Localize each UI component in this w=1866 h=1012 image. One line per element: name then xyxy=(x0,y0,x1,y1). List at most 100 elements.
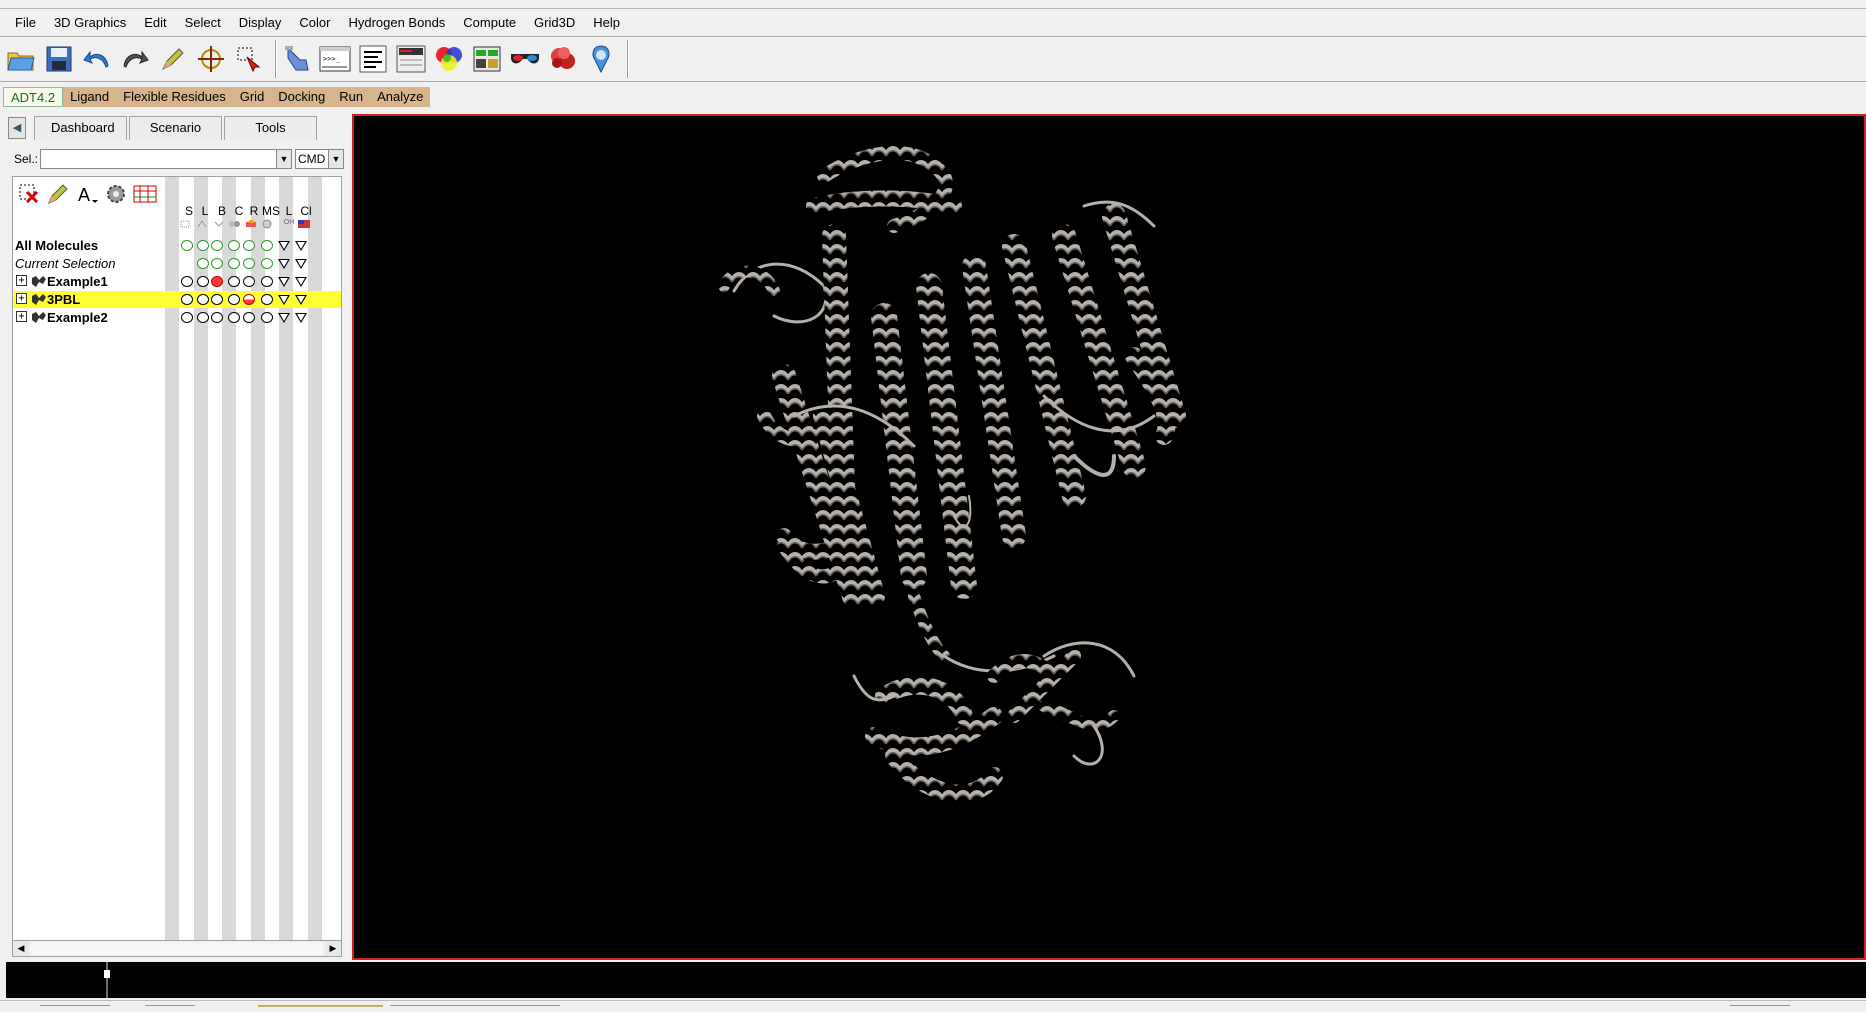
color-menu-triangle[interactable] xyxy=(295,241,307,251)
color-menu-triangle[interactable] xyxy=(295,259,307,269)
expand-icon[interactable]: + xyxy=(16,293,27,304)
python-shell-icon[interactable]: >>>_ xyxy=(319,41,351,77)
ms-toggle-circle[interactable] xyxy=(261,312,273,323)
cpk-toggle-circle[interactable] xyxy=(228,294,240,305)
label-menu-triangle[interactable] xyxy=(278,277,290,287)
show-toggle-circle[interactable] xyxy=(181,312,193,323)
tab-tools[interactable]: Tools xyxy=(224,116,317,140)
ms-toggle-circle[interactable] xyxy=(261,294,273,305)
settings-gear-icon[interactable] xyxy=(102,180,129,207)
lines-toggle-circle[interactable] xyxy=(197,312,209,323)
selection-dropdown-icon[interactable]: ▼ xyxy=(277,149,293,169)
molecule-surface-icon[interactable] xyxy=(547,41,579,77)
scroll-left-icon[interactable]: ◀ xyxy=(13,941,29,956)
ruler-tool-icon[interactable] xyxy=(131,180,158,207)
expand-icon[interactable]: + xyxy=(16,311,27,322)
bonds-toggle-circle[interactable] xyxy=(211,312,223,323)
menu-select[interactable]: Select xyxy=(176,9,230,37)
bonds-toggle-circle[interactable] xyxy=(211,276,223,287)
lines-toggle-circle[interactable] xyxy=(197,258,209,269)
pencil-tool-icon[interactable] xyxy=(44,180,71,207)
pmv-logo-icon[interactable] xyxy=(585,41,617,77)
bonds-toggle-circle[interactable] xyxy=(211,240,223,251)
undo-icon[interactable] xyxy=(81,41,113,77)
animation-timeline[interactable] xyxy=(6,962,1866,998)
show-toggle-circle[interactable] xyxy=(181,276,193,287)
menu-3d-graphics[interactable]: 3D Graphics xyxy=(45,9,135,37)
column-header-c[interactable]: C xyxy=(231,205,247,217)
label-menu-triangle[interactable] xyxy=(278,295,290,305)
dashboard-icon[interactable] xyxy=(395,41,427,77)
lines-toggle-circle[interactable] xyxy=(197,240,209,251)
menu-grid3d[interactable]: Grid3D xyxy=(525,9,584,37)
cpk-toggle-circle[interactable] xyxy=(228,276,240,287)
tree-row-current-selection[interactable]: Current Selection xyxy=(13,255,341,272)
selection-icon[interactable] xyxy=(233,41,265,77)
column-header-r[interactable]: R xyxy=(246,205,262,217)
selection-input[interactable] xyxy=(40,149,278,169)
crosshair-icon[interactable] xyxy=(195,41,227,77)
adt-tab-analyze[interactable]: Analyze xyxy=(370,87,431,107)
ms-toggle-circle[interactable] xyxy=(261,276,273,287)
tree-row-3pbl[interactable]: + 3PBL xyxy=(13,291,341,308)
adt-tab-ligand[interactable]: Ligand xyxy=(63,87,117,107)
label-tool-icon[interactable]: A xyxy=(73,180,100,207)
bonds-toggle-circle[interactable] xyxy=(211,294,223,305)
tree-row-all-molecules[interactable]: All Molecules xyxy=(13,237,341,254)
cpk-toggle-circle[interactable] xyxy=(228,258,240,269)
cmd-dropdown-icon[interactable]: ▼ xyxy=(329,149,345,169)
label-menu-triangle[interactable] xyxy=(278,259,290,269)
ribbon-toggle-circle[interactable] xyxy=(243,276,255,287)
column-header-l[interactable]: L xyxy=(197,205,213,217)
stereo-glasses-icon[interactable] xyxy=(509,41,541,77)
timeline-slider-handle[interactable] xyxy=(104,962,110,998)
tree-row-example2[interactable]: + Example2 xyxy=(13,309,341,326)
ribbon-toggle-circle[interactable] xyxy=(243,258,255,269)
cpk-toggle-circle[interactable] xyxy=(228,312,240,323)
bonds-toggle-circle[interactable] xyxy=(211,258,223,269)
column-header-s[interactable]: S xyxy=(181,205,197,217)
cpk-toggle-circle[interactable] xyxy=(228,240,240,251)
ms-toggle-circle[interactable] xyxy=(261,258,273,269)
scrollbar-thumb[interactable] xyxy=(31,942,323,955)
tab-dashboard[interactable]: Dashboard xyxy=(34,116,127,140)
tab-scenario[interactable]: Scenario xyxy=(129,116,222,140)
menu-compute[interactable]: Compute xyxy=(454,9,525,37)
adt-tab-run[interactable]: Run xyxy=(332,87,371,107)
redo-icon[interactable] xyxy=(119,41,151,77)
color-menu-triangle[interactable] xyxy=(295,295,307,305)
scroll-right-icon[interactable]: ▶ xyxy=(325,941,341,956)
save-icon[interactable] xyxy=(43,41,75,77)
ribbon-toggle-circle[interactable] xyxy=(243,240,255,251)
collapse-panel-icon[interactable]: ◀ xyxy=(8,117,26,139)
menu-help[interactable]: Help xyxy=(584,9,629,37)
menu-display[interactable]: Display xyxy=(230,9,291,37)
color-spheres-icon[interactable] xyxy=(433,41,465,77)
menu-edit[interactable]: Edit xyxy=(135,9,175,37)
column-header-ms[interactable]: MS xyxy=(261,205,281,217)
expand-icon[interactable]: + xyxy=(16,275,27,286)
color-menu-triangle[interactable] xyxy=(295,313,307,323)
column-header-cl[interactable]: Cl xyxy=(298,205,314,217)
pencil-icon[interactable] xyxy=(157,41,189,77)
grid-panels-icon[interactable] xyxy=(471,41,503,77)
color-menu-triangle[interactable] xyxy=(295,277,307,287)
delete-selection-icon[interactable] xyxy=(15,180,42,207)
show-toggle-circle[interactable] xyxy=(181,294,193,305)
menu-color[interactable]: Color xyxy=(290,9,339,37)
open-file-icon[interactable] xyxy=(5,41,37,77)
adt-tab-grid[interactable]: Grid xyxy=(232,87,272,107)
cmd-select[interactable]: CMD ▼ xyxy=(295,149,345,169)
column-header-b[interactable]: B xyxy=(214,205,230,217)
ribbon-toggle-circle[interactable] xyxy=(243,294,255,305)
3d-viewer[interactable] xyxy=(352,114,1866,960)
menu-file[interactable]: File xyxy=(6,9,45,37)
lines-toggle-circle[interactable] xyxy=(197,276,209,287)
column-header-label[interactable]: L xyxy=(281,205,297,217)
ribbon-toggle-circle[interactable] xyxy=(243,312,255,323)
lines-toggle-circle[interactable] xyxy=(197,294,209,305)
label-menu-triangle[interactable] xyxy=(278,241,290,251)
text-align-icon[interactable] xyxy=(357,41,389,77)
adt-tab-flexible-residues[interactable]: Flexible Residues xyxy=(116,87,233,107)
menu-hydrogen-bonds[interactable]: Hydrogen Bonds xyxy=(339,9,454,37)
